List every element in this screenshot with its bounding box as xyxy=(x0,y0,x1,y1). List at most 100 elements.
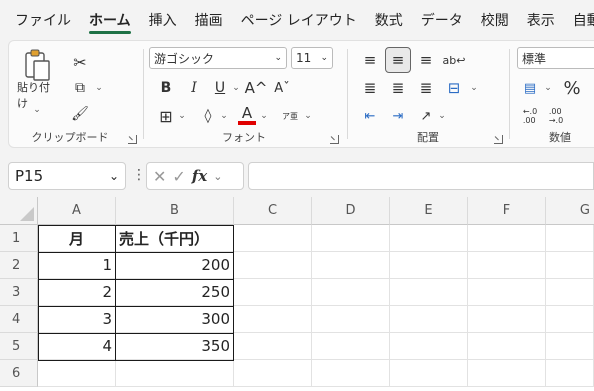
phonetic-guide-button[interactable]: ア亜 xyxy=(279,105,301,127)
cell-b5[interactable]: 350 xyxy=(116,333,234,360)
increase-decimal-icon[interactable]: ←.0.00 xyxy=(519,105,541,127)
borders-icon[interactable]: ⊞ xyxy=(155,105,177,127)
accounting-dropdown-icon[interactable]: ⌄ xyxy=(543,80,553,96)
font-color-button[interactable]: A xyxy=(237,103,257,127)
align-middle-icon[interactable]: ≡ xyxy=(385,47,411,73)
bold-button[interactable]: B xyxy=(157,77,175,99)
tab-draw[interactable]: 描画 xyxy=(186,0,232,40)
orientation-dropdown-icon[interactable]: ⌄ xyxy=(437,108,447,124)
cell-e2[interactable] xyxy=(390,252,468,279)
underline-dropdown-icon[interactable]: ⌄ xyxy=(231,80,241,96)
font-color-dropdown-icon[interactable]: ⌄ xyxy=(259,108,269,124)
cell-a3[interactable]: 2 xyxy=(38,279,116,306)
cell-f6[interactable] xyxy=(468,360,546,387)
cell-a2[interactable]: 1 xyxy=(38,252,116,279)
align-right-icon[interactable]: ≣ xyxy=(415,77,437,99)
cell-g2[interactable] xyxy=(546,252,594,279)
tab-page-layout[interactable]: ページ レイアウト xyxy=(232,0,366,40)
merge-dropdown-icon[interactable]: ⌄ xyxy=(469,80,479,96)
phonetic-dropdown-icon[interactable]: ⌄ xyxy=(303,108,313,124)
font-size-select[interactable]: 11 ⌄ xyxy=(291,47,333,69)
cell-e1[interactable] xyxy=(390,225,468,252)
underline-button[interactable]: U xyxy=(211,77,229,99)
cell-f2[interactable] xyxy=(468,252,546,279)
cell-c1[interactable] xyxy=(234,225,312,252)
increase-indent-icon[interactable]: ⇥ xyxy=(387,105,409,127)
column-header-b[interactable]: B xyxy=(116,197,234,225)
align-top-icon[interactable]: ≡ xyxy=(359,49,381,71)
cell-c4[interactable] xyxy=(234,306,312,333)
tab-insert[interactable]: 挿入 xyxy=(140,0,186,40)
enter-icon[interactable]: ✓ xyxy=(172,167,185,186)
format-painter-icon[interactable]: 🖌 xyxy=(69,103,91,125)
tab-formulas[interactable]: 数式 xyxy=(366,0,412,40)
cell-g5[interactable] xyxy=(546,333,594,360)
grow-font-button[interactable]: A^ xyxy=(245,77,268,99)
decrease-decimal-icon[interactable]: .00 →.0 xyxy=(545,105,567,127)
align-center-icon[interactable]: ≣ xyxy=(387,77,409,99)
cell-d5[interactable] xyxy=(312,333,390,360)
alignment-launcher-icon[interactable] xyxy=(494,135,503,144)
cell-d4[interactable] xyxy=(312,306,390,333)
chevron-down-icon[interactable]: ⌄ xyxy=(213,170,222,183)
accounting-format-icon[interactable]: ▤ xyxy=(519,77,541,99)
cell-a4[interactable]: 3 xyxy=(38,306,116,333)
tab-automate[interactable]: 自動 xyxy=(564,0,594,40)
cell-g6[interactable] xyxy=(546,360,594,387)
percent-button[interactable]: % xyxy=(561,77,583,99)
row-header-5[interactable]: 5 xyxy=(0,333,38,360)
row-header-2[interactable]: 2 xyxy=(0,252,38,279)
tab-home[interactable]: ホーム xyxy=(80,0,140,40)
column-header-d[interactable]: D xyxy=(312,197,390,225)
copy-icon[interactable]: ⧉ xyxy=(69,77,91,99)
copy-dropdown-icon[interactable]: ⌄ xyxy=(93,80,105,96)
row-header-3[interactable]: 3 xyxy=(0,279,38,306)
paste-button-label[interactable]: 貼り付け xyxy=(17,81,59,110)
font-name-select[interactable]: 游ゴシック ⌄ xyxy=(149,47,287,69)
cell-b6[interactable] xyxy=(116,360,234,387)
cell-a5[interactable]: 4 xyxy=(38,333,116,360)
column-header-e[interactable]: E xyxy=(390,197,468,225)
name-box[interactable]: P15 ⌄ xyxy=(8,162,126,190)
cut-icon[interactable]: ✂ xyxy=(69,51,91,73)
more-options-icon[interactable]: ⋮ xyxy=(132,167,146,183)
shrink-font-button[interactable]: Aˇ xyxy=(271,77,293,99)
borders-dropdown-icon[interactable]: ⌄ xyxy=(177,108,187,124)
wrap-text-icon[interactable]: ab↩ xyxy=(443,49,466,71)
cell-f4[interactable] xyxy=(468,306,546,333)
cell-c3[interactable] xyxy=(234,279,312,306)
chevron-down-icon[interactable]: ⌄ xyxy=(109,169,119,183)
cell-a1[interactable]: 月 xyxy=(38,225,116,252)
select-all-button[interactable] xyxy=(0,197,38,225)
number-format-select[interactable]: 標準 xyxy=(517,47,594,69)
cell-b4[interactable]: 300 xyxy=(116,306,234,333)
merge-center-icon[interactable]: ⊟ xyxy=(443,77,465,99)
row-header-4[interactable]: 4 xyxy=(0,306,38,333)
column-header-a[interactable]: A xyxy=(38,197,116,225)
cell-d1[interactable] xyxy=(312,225,390,252)
cell-b2[interactable]: 200 xyxy=(116,252,234,279)
column-header-f[interactable]: F xyxy=(468,197,546,225)
tab-data[interactable]: データ xyxy=(412,0,472,40)
align-bottom-icon[interactable]: ≡ xyxy=(415,49,437,71)
italic-button[interactable]: I xyxy=(185,77,203,99)
cell-d3[interactable] xyxy=(312,279,390,306)
cell-f3[interactable] xyxy=(468,279,546,306)
cancel-icon[interactable]: ✕ xyxy=(153,167,166,186)
decrease-indent-icon[interactable]: ⇤ xyxy=(359,105,381,127)
clipboard-launcher-icon[interactable] xyxy=(128,135,137,144)
cell-e3[interactable] xyxy=(390,279,468,306)
column-header-c[interactable]: C xyxy=(234,197,312,225)
cell-b1[interactable]: 売上（千円） xyxy=(116,225,234,252)
cell-c5[interactable] xyxy=(234,333,312,360)
cell-f5[interactable] xyxy=(468,333,546,360)
column-header-g[interactable]: G xyxy=(546,197,594,225)
cell-e5[interactable] xyxy=(390,333,468,360)
tab-file[interactable]: ファイル xyxy=(6,0,80,40)
orientation-icon[interactable]: ↗ xyxy=(415,105,437,127)
cell-d6[interactable] xyxy=(312,360,390,387)
align-left-icon[interactable]: ≣ xyxy=(359,77,381,99)
cell-d2[interactable] xyxy=(312,252,390,279)
cell-e6[interactable] xyxy=(390,360,468,387)
cell-g4[interactable] xyxy=(546,306,594,333)
